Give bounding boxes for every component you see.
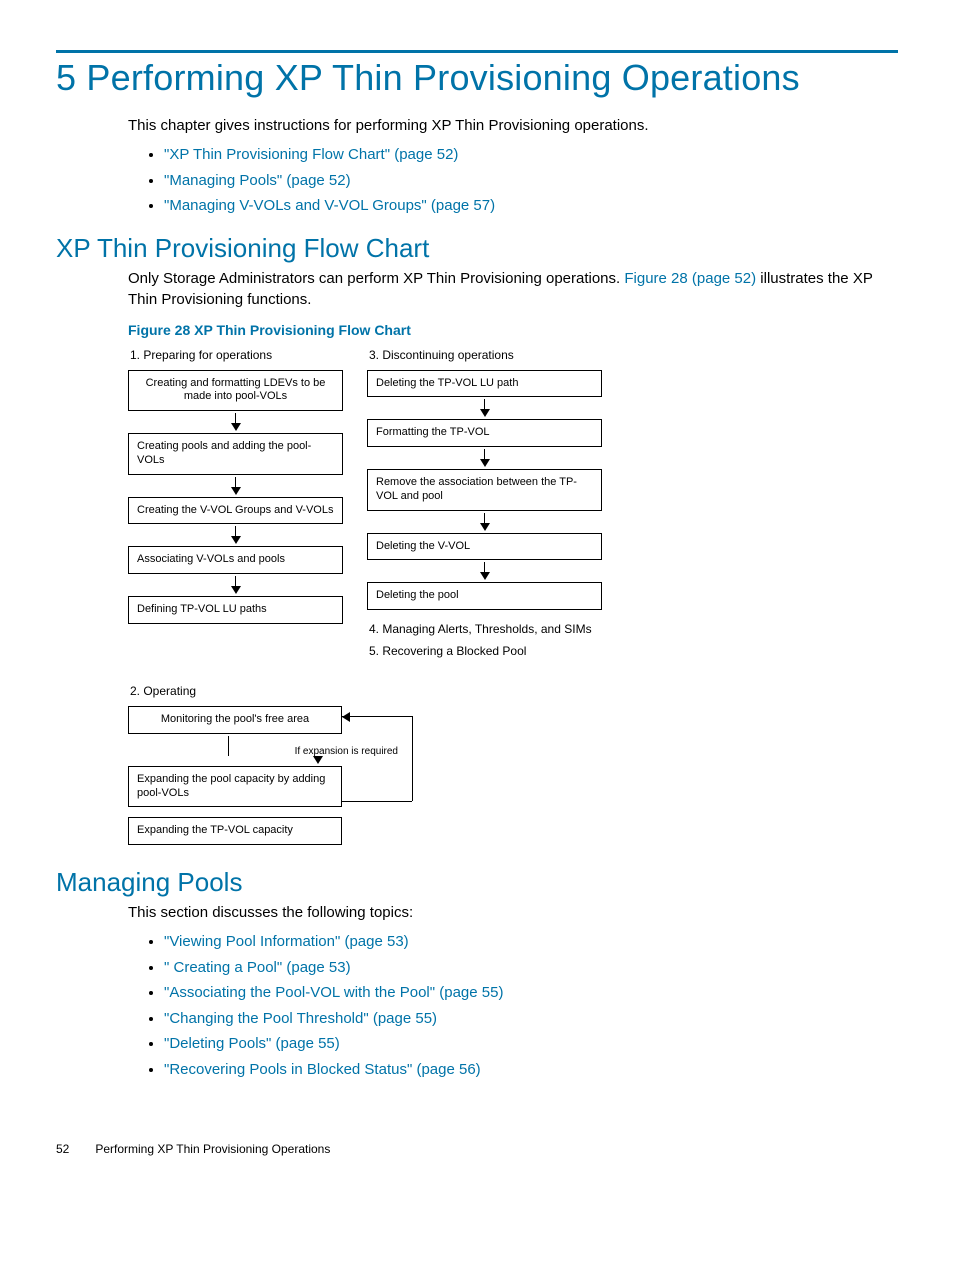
flow-box: Deleting the TP-VOL LU path: [367, 370, 602, 398]
chapter-title: 5 Performing XP Thin Provisioning Operat…: [56, 57, 898, 99]
xref-link[interactable]: "Changing the Pool Threshold" (page 55): [164, 1010, 437, 1027]
chapter-intro: This chapter gives instructions for perf…: [128, 115, 898, 136]
flow-col-3: 3. Discontinuing operations Deleting the…: [367, 344, 602, 667]
pools-link-list: "Viewing Pool Information" (page 53) " C…: [128, 929, 898, 1082]
flow-box: Deleting the pool: [367, 582, 602, 610]
xref-link[interactable]: "Managing Pools" (page 52): [164, 172, 351, 189]
list-item: "Managing Pools" (page 52): [164, 168, 898, 194]
pools-intro: This section discusses the following top…: [128, 902, 898, 923]
flowchart: 1. Preparing for operations Creating and…: [128, 344, 898, 846]
top-rule: [56, 50, 898, 53]
xref-link[interactable]: "Recovering Pools in Blocked Status" (pa…: [164, 1061, 481, 1078]
xref-link[interactable]: "Associating the Pool-VOL with the Pool"…: [164, 984, 503, 1001]
chapter-link-list: "XP Thin Provisioning Flow Chart" (page …: [128, 142, 898, 219]
flowchart-intro: Only Storage Administrators can perform …: [128, 268, 898, 310]
flow-box: Formatting the TP-VOL: [367, 419, 602, 447]
flow-col-1: 1. Preparing for operations Creating and…: [128, 344, 343, 624]
flow-box: Remove the association between the TP-VO…: [367, 469, 602, 511]
arrow-down-icon: [367, 560, 602, 582]
xref-link[interactable]: " Creating a Pool" (page 53): [164, 959, 351, 976]
flow-label: 5. Recovering a Blocked Pool: [369, 644, 602, 658]
text: Only Storage Administrators can perform …: [128, 270, 624, 287]
section-title-flowchart: XP Thin Provisioning Flow Chart: [56, 233, 898, 264]
arrow-down-icon: [128, 475, 343, 497]
arrow-down-icon: [128, 524, 343, 546]
arrow-down-icon: [128, 574, 343, 596]
list-item: "Changing the Pool Threshold" (page 55): [164, 1006, 898, 1032]
flow-box: Creating the V-VOL Groups and V-VOLs: [128, 497, 343, 525]
flow-box: Monitoring the pool's free area: [128, 706, 342, 734]
list-item: " Creating a Pool" (page 53): [164, 955, 898, 981]
chapter-intro-block: This chapter gives instructions for perf…: [128, 115, 898, 219]
flow-label: 1. Preparing for operations: [130, 348, 343, 362]
flow-box: Creating and formatting LDEVs to be made…: [128, 370, 343, 412]
flow-label: 3. Discontinuing operations: [369, 348, 602, 362]
list-item: "Managing V-VOLs and V-VOL Groups" (page…: [164, 193, 898, 219]
flow-label: 4. Managing Alerts, Thresholds, and SIMs: [369, 622, 602, 636]
flow-box: Associating V-VOLs and pools: [128, 546, 343, 574]
running-head: Performing XP Thin Provisioning Operatio…: [95, 1142, 330, 1156]
section-title-pools: Managing Pools: [56, 867, 898, 898]
xref-link[interactable]: "Viewing Pool Information" (page 53): [164, 933, 409, 950]
flow-box: Expanding the pool capacity by adding po…: [128, 766, 342, 808]
xref-link[interactable]: "XP Thin Provisioning Flow Chart" (page …: [164, 146, 458, 163]
figure-caption: Figure 28 XP Thin Provisioning Flow Char…: [128, 322, 898, 338]
list-item: "Viewing Pool Information" (page 53): [164, 929, 898, 955]
arrow-down-icon: [367, 511, 602, 533]
arrow-down-icon: [367, 447, 602, 469]
xref-link[interactable]: "Managing V-VOLs and V-VOL Groups" (page…: [164, 197, 495, 214]
flow-box: Defining TP-VOL LU paths: [128, 596, 343, 624]
arrow-down-icon: [367, 397, 602, 419]
flow-box: Deleting the V-VOL: [367, 533, 602, 561]
page-footer: 52 Performing XP Thin Provisioning Opera…: [56, 1142, 898, 1156]
page-number: 52: [56, 1142, 92, 1156]
flow-label: 2. Operating: [130, 684, 898, 698]
page: 5 Performing XP Thin Provisioning Operat…: [0, 0, 954, 1186]
xref-link[interactable]: Figure 28 (page 52): [624, 270, 756, 287]
list-item: "Associating the Pool-VOL with the Pool"…: [164, 980, 898, 1006]
flow-section-2: 2. Operating Monitoring the pool's free …: [128, 684, 898, 845]
arrow-down-icon: [128, 411, 343, 433]
flow-box: Expanding the TP-VOL capacity: [128, 817, 342, 845]
list-item: "Recovering Pools in Blocked Status" (pa…: [164, 1057, 898, 1083]
xref-link[interactable]: "Deleting Pools" (page 55): [164, 1035, 340, 1052]
list-item: "Deleting Pools" (page 55): [164, 1031, 898, 1057]
flow-box: Creating pools and adding the pool-VOLs: [128, 433, 343, 475]
loop-arrow-icon: [342, 716, 412, 801]
flowchart-intro-block: Only Storage Administrators can perform …: [128, 268, 898, 846]
list-item: "XP Thin Provisioning Flow Chart" (page …: [164, 142, 898, 168]
pools-intro-block: This section discusses the following top…: [128, 902, 898, 1082]
